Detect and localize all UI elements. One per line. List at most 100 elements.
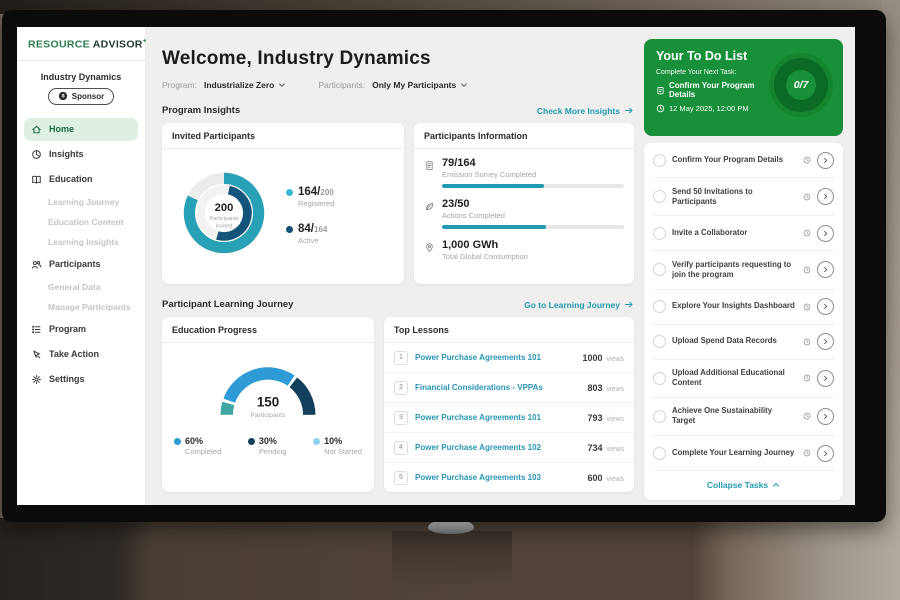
top-lesson-row[interactable]: 4 Power Purchase Agreements 102 734 view… xyxy=(384,433,634,463)
top-lesson-row[interactable]: 3 Power Purchase Agreements 101 793 view… xyxy=(384,403,634,433)
sidebar-nav: HomeInsightsEducation Learning Journey Edu… xyxy=(17,118,145,391)
program-select[interactable]: Industrialize Zero xyxy=(204,80,286,90)
task-open-button[interactable] xyxy=(817,225,834,242)
task-open-button[interactable] xyxy=(817,333,834,350)
top-lesson-row[interactable]: 1 Power Purchase Agreements 101 1000 vie… xyxy=(384,343,634,373)
task-open-button[interactable] xyxy=(817,445,834,462)
task-checkbox[interactable] xyxy=(653,447,666,460)
sidebar-item-label: Settings xyxy=(49,374,85,384)
todo-task-row[interactable]: Achieve One Sustainability Target xyxy=(653,398,834,436)
task-label: Invite a Collaborator xyxy=(672,228,797,238)
collapse-tasks-link[interactable]: Collapse Tasks xyxy=(653,471,834,500)
task-open-button[interactable] xyxy=(817,298,834,315)
task-open-button[interactable] xyxy=(817,152,834,169)
clock-icon xyxy=(803,374,811,382)
lesson-views: 1000 views xyxy=(583,353,624,363)
todo-task-row[interactable]: Upload Spend Data Records xyxy=(653,325,834,360)
education-progress-card: Education Progress 150 Participants 60% … xyxy=(162,317,374,492)
lesson-views: 600 views xyxy=(588,473,624,483)
clipboard-icon xyxy=(656,86,665,95)
svg-text:Participants: Participants xyxy=(209,216,238,222)
lesson-title-link[interactable]: Power Purchase Agreements 103 xyxy=(415,473,581,482)
task-checkbox[interactable] xyxy=(653,263,666,276)
task-checkbox[interactable] xyxy=(653,335,666,348)
gauge-legend-item: 30% Pending xyxy=(248,436,287,456)
todo-task-row[interactable]: Explore Your Insights Dashboard xyxy=(653,290,834,325)
sponsor-badge[interactable]: Sponsor xyxy=(48,88,114,105)
task-checkbox[interactable] xyxy=(653,410,666,423)
lesson-title-link[interactable]: Financial Considerations - VPPAs xyxy=(415,383,581,392)
task-checkbox[interactable] xyxy=(653,372,666,385)
sidebar-item-learning-insights[interactable]: Learning Insights xyxy=(24,233,138,251)
sidebar-item-insights[interactable]: Insights xyxy=(24,143,138,166)
sidebar-item-participants[interactable]: Participants xyxy=(24,253,138,276)
svg-text:200: 200 xyxy=(215,202,234,214)
education-progress-gauge-chart: 150 Participants xyxy=(162,343,374,426)
todo-task-row[interactable]: Confirm Your Program Details xyxy=(653,143,834,178)
participants-select[interactable]: Only My Participants xyxy=(372,80,468,90)
donut-legend-item: 164/200 Registered xyxy=(286,186,400,208)
take-action-icon xyxy=(31,349,42,360)
sidebar-item-take-action[interactable]: Take Action xyxy=(24,343,138,366)
todo-task-list-card: Confirm Your Program Details Send 50 Inv… xyxy=(644,143,843,500)
clock-icon xyxy=(803,156,811,164)
legend-label: Active xyxy=(298,236,327,245)
education-icon xyxy=(31,174,42,185)
sidebar-item-label: Learning Journey xyxy=(48,197,119,207)
todo-task-row[interactable]: Send 50 Invitations to Participants xyxy=(653,178,834,216)
donut-legend: 164/200 Registered 84/164 Active xyxy=(284,186,400,245)
lesson-title-link[interactable]: Power Purchase Agreements 101 xyxy=(415,413,581,422)
legend-dot xyxy=(286,189,293,196)
sidebar-item-education-content[interactable]: Education Content xyxy=(24,213,138,231)
top-lesson-row[interactable]: 2 Financial Considerations - VPPAs 803 v… xyxy=(384,373,634,403)
stat-label: Actions Completed xyxy=(442,211,624,220)
task-checkbox[interactable] xyxy=(653,227,666,240)
lesson-views-label: views xyxy=(605,416,624,423)
lesson-title-link[interactable]: Power Purchase Agreements 101 xyxy=(415,353,576,362)
sidebar-item-general-data[interactable]: General Data xyxy=(24,278,138,296)
sidebar-item-education[interactable]: Education xyxy=(24,168,138,191)
task-checkbox[interactable] xyxy=(653,190,666,203)
sidebar: RESOURCE ADVISOR+ Industry Dynamics Spon… xyxy=(17,27,146,505)
gauge-legend-item: 10% Not Started xyxy=(313,436,362,456)
task-open-button[interactable] xyxy=(817,261,834,278)
todo-task-row[interactable]: Invite a Collaborator xyxy=(653,216,834,251)
task-checkbox[interactable] xyxy=(653,300,666,313)
progress-bar xyxy=(442,225,624,229)
todo-task-row[interactable]: Verify participants requesting to join t… xyxy=(653,251,834,289)
task-open-button[interactable] xyxy=(817,408,834,425)
participants-select-value: Only My Participants xyxy=(372,80,456,90)
task-open-button[interactable] xyxy=(817,370,834,387)
legend-dot xyxy=(313,438,320,445)
task-open-button[interactable] xyxy=(817,188,834,205)
sidebar-item-label: Manage Participants xyxy=(48,302,131,312)
monitor-stand-shadow xyxy=(392,531,512,600)
top-lesson-row[interactable]: 5 Power Purchase Agreements 103 600 view… xyxy=(384,463,634,492)
check-more-insights-link[interactable]: Check More Insights xyxy=(537,106,634,116)
sidebar-item-program[interactable]: Program xyxy=(24,318,138,341)
invited-participants-donut-chart: 200 Participants Invited xyxy=(168,157,284,274)
task-label: Complete Your Learning Journey xyxy=(672,448,797,458)
lesson-views-label: views xyxy=(605,446,624,453)
clock-icon xyxy=(803,266,811,274)
lesson-title-link[interactable]: Power Purchase Agreements 102 xyxy=(415,443,581,452)
sidebar-item-learning-journey[interactable]: Learning Journey xyxy=(24,193,138,211)
todo-task-row[interactable]: Complete Your Learning Journey xyxy=(653,436,834,471)
sidebar-item-manage-participants[interactable]: Manage Participants xyxy=(24,298,138,316)
org-name: Industry Dynamics xyxy=(17,72,145,82)
go-to-learning-journey-link[interactable]: Go to Learning Journey xyxy=(524,300,634,310)
task-label: Upload Spend Data Records xyxy=(672,336,797,346)
lesson-views-label: views xyxy=(605,386,624,393)
sidebar-item-settings[interactable]: Settings xyxy=(24,368,138,391)
lesson-rank: 4 xyxy=(394,441,408,455)
participants-info-stat-row: 23/50 Actions Completed xyxy=(414,190,634,231)
todo-due-date: 12 May 2025, 12:00 PM xyxy=(669,104,749,113)
sidebar-item-home[interactable]: Home xyxy=(24,118,138,141)
sidebar-item-label: Take Action xyxy=(49,349,99,359)
lesson-views: 734 views xyxy=(588,443,624,453)
participants-icon xyxy=(31,259,42,270)
sponsor-badge-icon xyxy=(58,91,68,101)
task-checkbox[interactable] xyxy=(653,154,666,167)
gauge-legend: 60% Completed 30% Pending 10% Not Starte… xyxy=(162,426,374,464)
todo-task-row[interactable]: Upload Additional Educational Content xyxy=(653,360,834,398)
